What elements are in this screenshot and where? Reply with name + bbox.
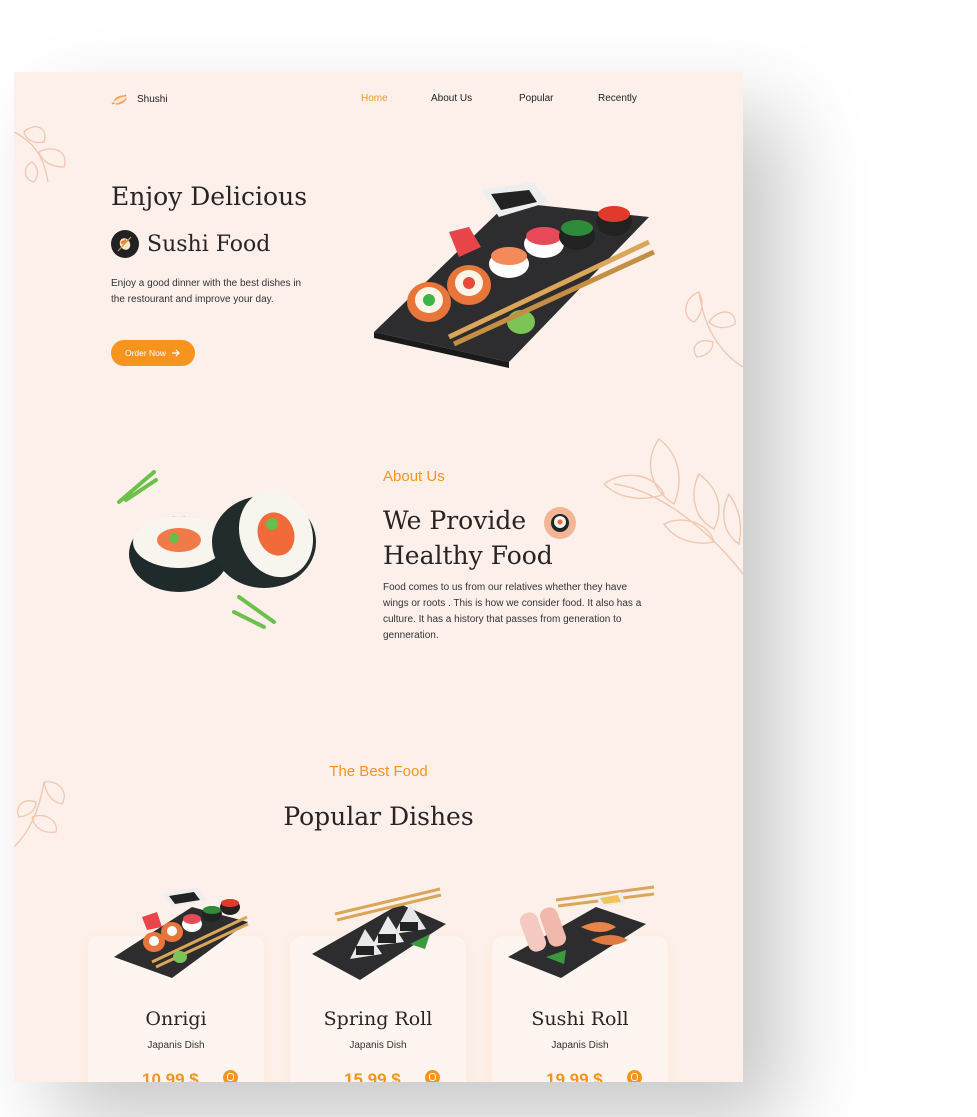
popular-label: The Best Food [329,763,428,780]
hero-title-line2: Sushi Food [147,231,271,257]
dish-price: 19.99 $ [546,1070,603,1082]
nav-link-popular[interactable]: Popular [519,93,553,104]
top-nav: Shushi Home About Us Popular Recently [14,92,743,106]
leaf-decoration-icon [14,126,66,183]
dish-subtitle: Japanis Dish [551,1040,609,1051]
onrigi-plate-image [114,887,249,978]
hero-subtitle: Sushi Food [111,230,270,258]
about-sushi-rolls-image [117,470,316,629]
sushi-badge-icon [544,506,577,539]
brand[interactable]: Shushi [111,92,168,106]
hero-sushi-plate-image [374,182,656,368]
about-title: We Provide Healthy Food [383,504,643,572]
dish-subtitle: Japanis Dish [349,1040,407,1051]
landing-page: Shushi Home About Us Popular Recently En… [14,72,743,1082]
dish-name: Spring Roll [323,1008,433,1030]
about-title-line2: Healthy Food [383,540,553,570]
order-now-button[interactable]: Order Now [111,340,195,366]
dish-subtitle: Japanis Dish [147,1040,205,1051]
cart-icon[interactable] [223,1070,238,1082]
spring-roll-plate-image [312,887,446,980]
sushi-logo-icon [111,94,127,105]
hero-description: Enjoy a good dinner with the best dishes… [111,278,302,305]
dish-price: 15.99 $ [344,1070,401,1082]
nav-link-home[interactable]: Home [361,93,388,104]
about-description: Food comes to us from our relatives whet… [383,582,642,641]
sushi-roll-plate-image [508,885,655,978]
dish-price: 10.99 $ [142,1070,199,1082]
brand-name: Shushi [137,93,168,105]
nav-link-recently[interactable]: Recently [598,93,637,104]
hero-title: Enjoy Delicious [111,182,308,211]
leaf-decoration-icon [685,291,743,368]
arrow-right-icon [172,349,180,357]
cart-icon[interactable] [627,1070,642,1082]
cart-icon[interactable] [425,1070,440,1082]
order-now-label: Order Now [124,348,167,358]
about-title-line1: We Provide [383,506,527,535]
about-label: About Us [383,468,445,485]
dish-name: Sushi Roll [531,1008,629,1030]
nav-link-about-us[interactable]: About Us [431,93,472,104]
sushi-badge-icon [111,230,139,258]
popular-title: Popular Dishes [283,802,474,831]
dish-name: Onrigi [145,1008,207,1030]
